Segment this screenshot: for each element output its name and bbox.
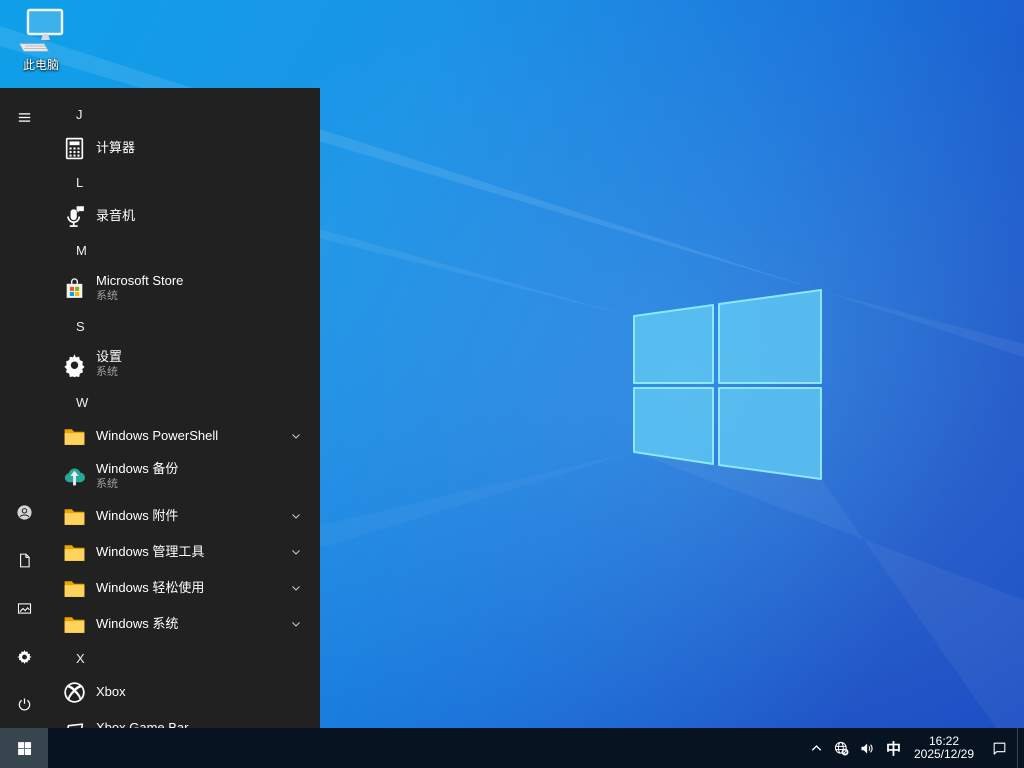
start-menu: J 计算器 L 录音机 M Microsoft Store 系统 S 设置 系统 W Windows …	[0, 88, 320, 728]
app-list-letter-header[interactable]: M	[48, 234, 320, 266]
speaker-icon	[859, 740, 876, 757]
desktop-icon-this-pc[interactable]: 此电脑	[12, 8, 70, 73]
xbox-icon	[60, 678, 88, 706]
app-list-item[interactable]: Windows 轻松使用	[48, 570, 320, 606]
pictures-icon	[16, 600, 33, 617]
action-center-button[interactable]	[981, 728, 1017, 768]
app-item-label: 设置	[96, 349, 123, 364]
network-status-button[interactable]	[828, 728, 854, 768]
rail-button-hamburger[interactable]	[0, 93, 48, 141]
app-item-label: Windows 管理工具	[96, 544, 205, 559]
start-button[interactable]	[0, 728, 48, 768]
document-icon	[16, 552, 33, 569]
system-tray: 中 16:22 2025/12/29	[804, 728, 1024, 768]
backup-cloud-icon	[60, 462, 88, 490]
calculator-icon	[60, 134, 88, 162]
globe-offline-icon	[833, 740, 850, 757]
rail-button-user[interactable]	[0, 488, 48, 536]
hamburger-icon	[16, 109, 33, 126]
computer-icon	[19, 8, 64, 52]
settings-gear-icon	[60, 350, 88, 378]
app-list-item[interactable]: 计算器	[48, 130, 320, 166]
ime-indicator[interactable]: 中	[880, 728, 907, 768]
app-list-item[interactable]: Microsoft Store 系统	[48, 266, 320, 310]
app-list-letter-header[interactable]: L	[48, 166, 320, 198]
folder-icon	[60, 422, 88, 450]
app-list-item[interactable]: Windows 管理工具	[48, 534, 320, 570]
action-center-icon	[991, 740, 1008, 757]
start-menu-app-list: J 计算器 L 录音机 M Microsoft Store 系统 S 设置 系统 W Windows …	[48, 98, 320, 728]
rail-button-settings[interactable]	[0, 632, 48, 680]
windows-flag-icon	[16, 740, 33, 757]
app-list-item[interactable]: Windows 备份 系统	[48, 454, 320, 498]
app-list-item[interactable]: Xbox Game Bar	[48, 710, 320, 728]
app-list-item[interactable]: 录音机	[48, 198, 320, 234]
chevron-down-icon[interactable]	[290, 430, 302, 442]
volume-button[interactable]	[854, 728, 880, 768]
app-item-label: Windows PowerShell	[96, 428, 219, 443]
app-item-sublabel: 系统	[96, 290, 118, 302]
folder-icon	[60, 538, 88, 566]
app-item-label: Windows 系统	[96, 616, 179, 631]
app-list-letter-header[interactable]: W	[48, 386, 320, 418]
voice-recorder-icon	[60, 202, 88, 230]
start-menu-rail	[0, 88, 48, 728]
app-item-sublabel: 系统	[96, 366, 118, 378]
rail-button-documents[interactable]	[0, 536, 48, 584]
rail-button-power[interactable]	[0, 680, 48, 728]
app-list-item[interactable]: 设置 系统	[48, 342, 320, 386]
app-list-item[interactable]: Windows 系统	[48, 606, 320, 642]
clock[interactable]: 16:22 2025/12/29	[907, 728, 981, 768]
tray-overflow-button[interactable]	[804, 728, 828, 768]
app-item-label: Windows 附件	[96, 508, 179, 523]
desktop-icon-label: 此电脑	[22, 58, 59, 72]
app-list-letter-header[interactable]: J	[48, 98, 320, 130]
chevron-down-icon[interactable]	[290, 510, 302, 522]
clock-date: 2025/12/29	[913, 747, 975, 761]
app-list-letter-header[interactable]: S	[48, 310, 320, 342]
chevron-down-icon[interactable]	[290, 582, 302, 594]
app-item-label: Windows 轻松使用	[96, 580, 205, 595]
folder-icon	[60, 502, 88, 530]
chevron-up-icon	[808, 740, 825, 757]
power-icon	[16, 696, 33, 713]
app-item-label: Xbox Game Bar	[96, 720, 189, 728]
app-item-label: Xbox	[96, 684, 126, 699]
app-item-label: 录音机	[96, 208, 136, 223]
xbox-game-bar-icon	[60, 714, 88, 728]
app-list-item[interactable]: Xbox	[48, 674, 320, 710]
chevron-down-icon[interactable]	[290, 618, 302, 630]
app-item-sublabel: 系统	[96, 478, 118, 490]
taskbar: 中 16:22 2025/12/29	[0, 728, 1024, 768]
app-item-label: Windows 备份	[96, 461, 179, 476]
folder-icon	[60, 574, 88, 602]
user-icon	[13, 501, 35, 523]
app-item-label: Microsoft Store	[96, 273, 184, 288]
app-list-item[interactable]: Windows PowerShell	[48, 418, 320, 454]
app-item-label: 计算器	[96, 140, 136, 155]
app-list-letter-header[interactable]: X	[48, 642, 320, 674]
folder-icon	[60, 610, 88, 638]
gear-icon	[16, 648, 33, 665]
chevron-down-icon[interactable]	[290, 546, 302, 558]
show-desktop-button[interactable]	[1017, 728, 1024, 768]
app-list-item[interactable]: Windows 附件	[48, 498, 320, 534]
rail-button-pictures[interactable]	[0, 584, 48, 632]
microsoft-store-icon	[60, 274, 88, 302]
